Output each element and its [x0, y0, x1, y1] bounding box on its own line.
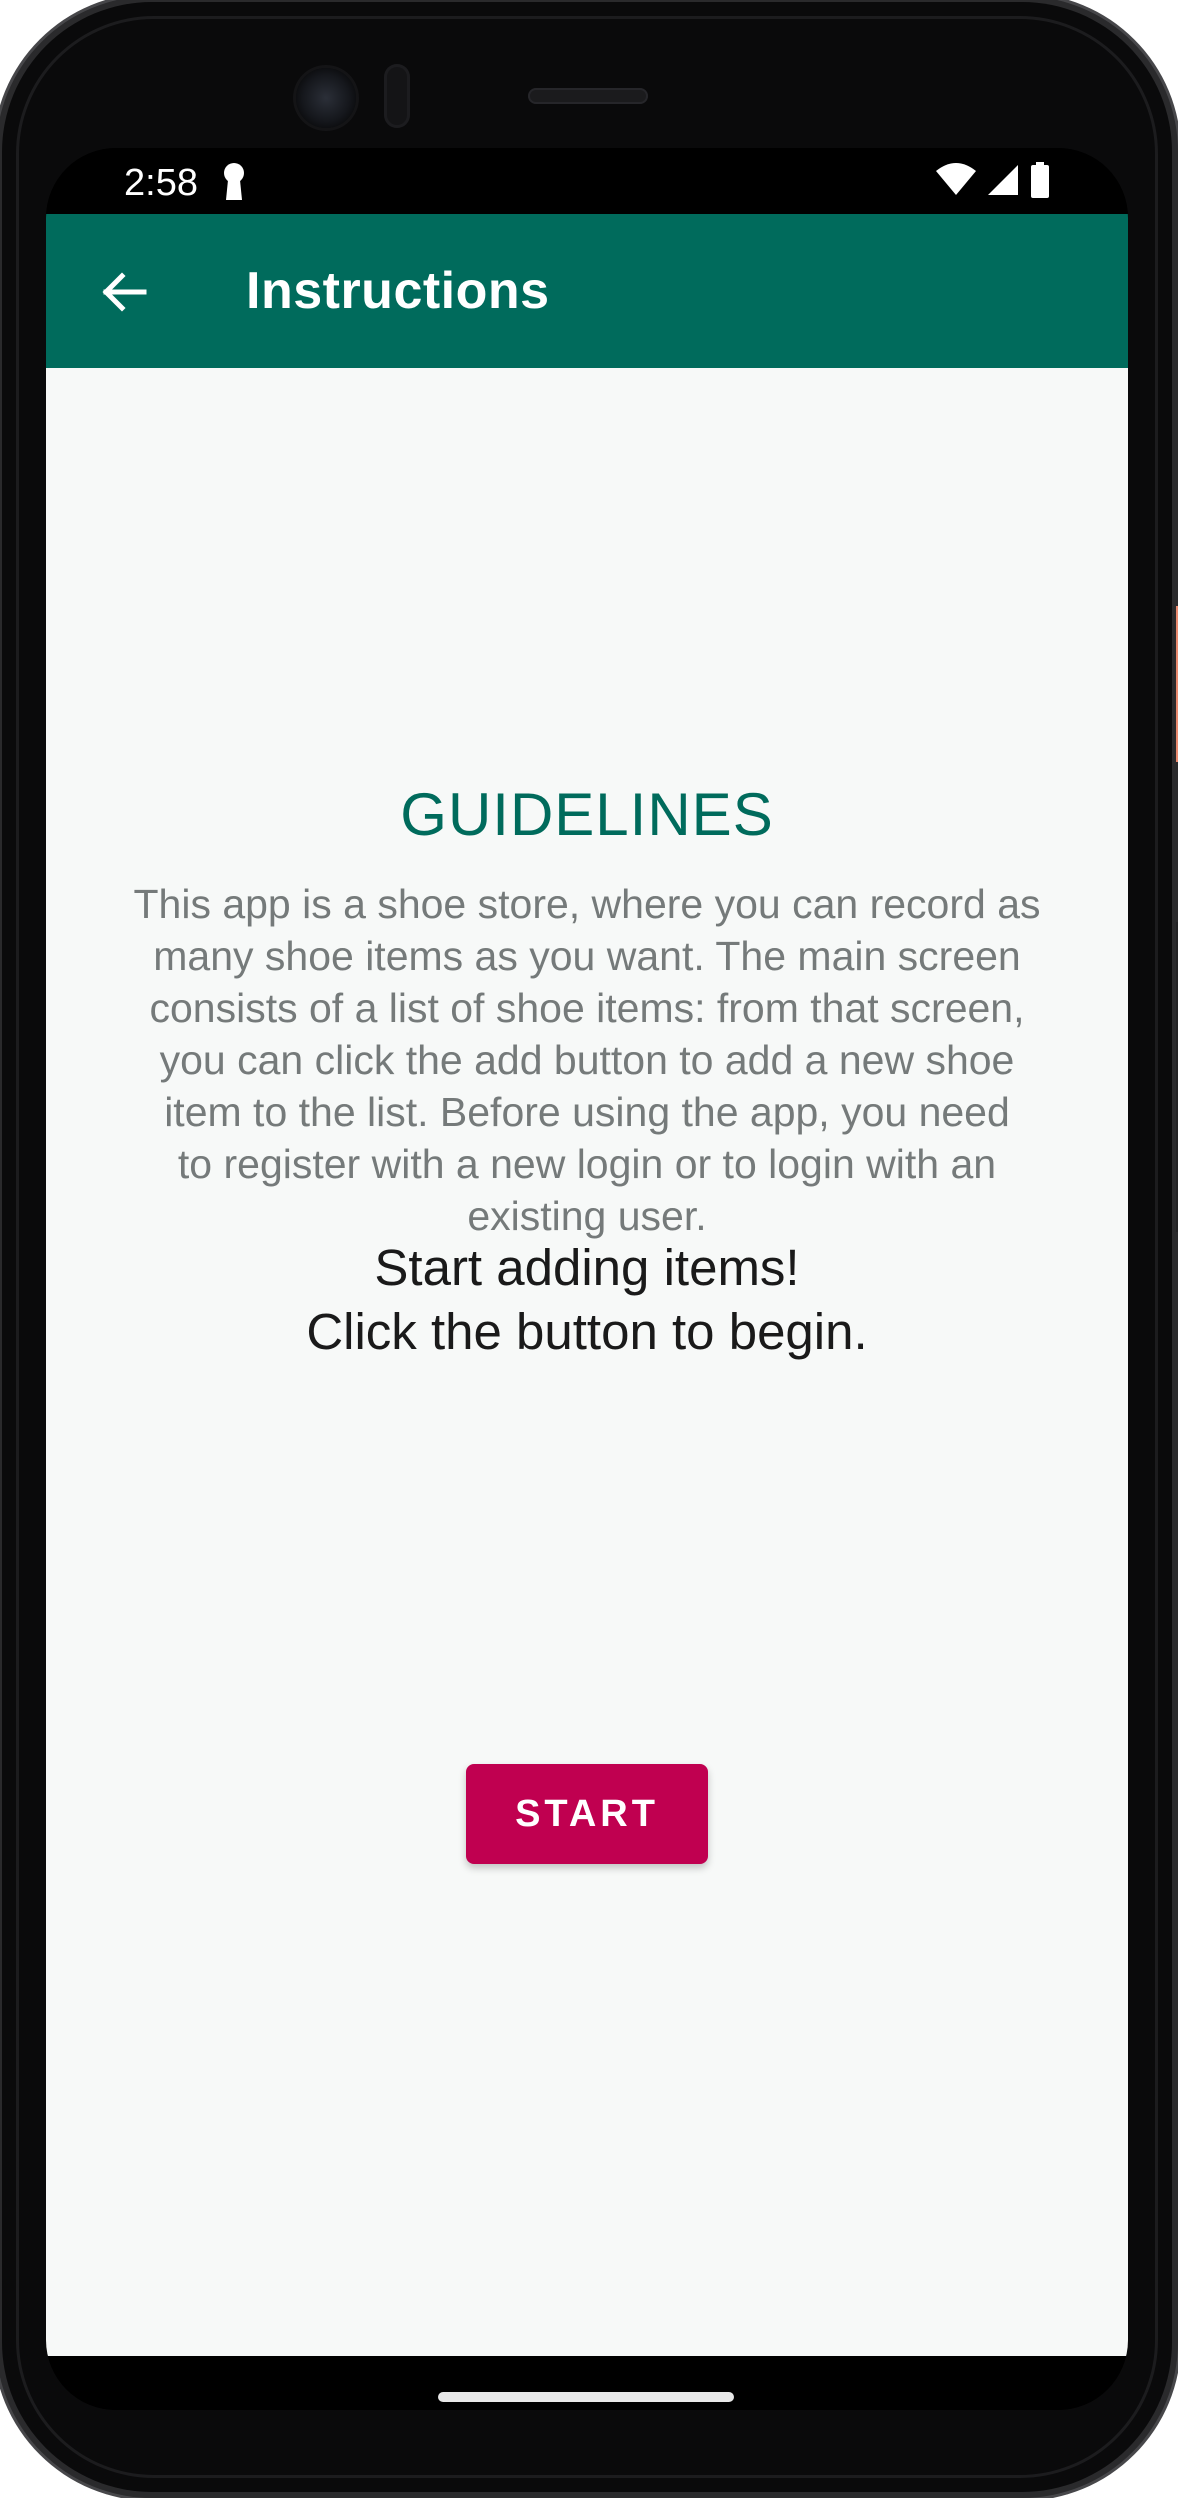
start-prompt-line-1: Start adding items! [374, 1239, 800, 1296]
battery-icon [1030, 161, 1050, 203]
guidelines-line: This app is a shoe store, where you can … [133, 881, 1041, 927]
phone-frame: 2:58 Instructions GUIDELINES This app is… [2, 2, 1178, 2492]
guidelines-line: to register with a new login or to login… [177, 1141, 997, 1187]
app-title: Instructions [246, 262, 550, 320]
start-button[interactable]: START [466, 1764, 708, 1864]
arrow-back-icon [102, 272, 147, 312]
wifi-icon [936, 162, 976, 202]
lock-keyhole-icon [222, 162, 246, 202]
guidelines-line: existing user. [467, 1193, 707, 1239]
signal-icon [986, 163, 1020, 202]
home-gesture-handle[interactable] [438, 2392, 734, 2402]
instructions-content: GUIDELINES This app is a shoe store, whe… [46, 368, 1128, 2356]
guidelines-heading: GUIDELINES [400, 781, 774, 848]
guidelines-line: you can click the add button to add a ne… [159, 1037, 1015, 1083]
proximity-sensor [384, 64, 410, 128]
start-prompt-line-2: Click the button to begin. [306, 1303, 868, 1360]
guidelines-line: consists of a list of shoe items: from t… [149, 985, 1025, 1031]
start-prompt: Start adding items! Click the button to … [46, 1236, 1128, 1364]
back-button[interactable] [86, 254, 162, 330]
status-bar: 2:58 [46, 148, 1128, 214]
guidelines-line: many shoe items as you want. The main sc… [153, 933, 1021, 979]
earpiece-speaker [528, 88, 648, 104]
app-bar: Instructions [46, 214, 1128, 368]
status-icons [936, 161, 1050, 203]
guidelines-description: This app is a shoe store, where you can … [106, 878, 1068, 1242]
gesture-nav-bar [46, 2356, 1128, 2410]
status-time: 2:58 [124, 162, 198, 204]
guidelines-line: item to the list. Before using the app, … [164, 1089, 1010, 1135]
screen: 2:58 Instructions GUIDELINES This app is… [46, 148, 1128, 2410]
front-camera [296, 68, 356, 128]
